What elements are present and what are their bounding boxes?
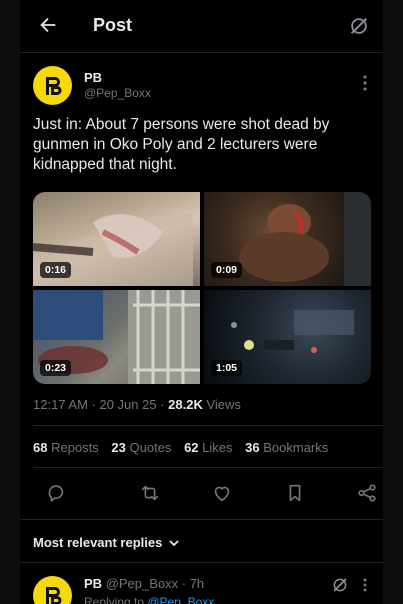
- top-bar: Post: [20, 0, 383, 53]
- page-title: Post: [93, 15, 133, 35]
- chevron-down-icon: [168, 537, 180, 549]
- back-arrow-icon[interactable]: [37, 14, 59, 36]
- video-thumbnail[interactable]: 0:16: [33, 192, 200, 286]
- replying-to-link[interactable]: @Pep_Boxx: [147, 595, 214, 604]
- video-thumbnail[interactable]: 0:23: [33, 290, 200, 384]
- author-name[interactable]: PB: [84, 70, 102, 85]
- reply-author[interactable]: PB @Pep_Boxx · 7h: [84, 576, 204, 591]
- grok-icon[interactable]: [348, 15, 370, 37]
- post-detail-screen: Post PB @Pep_Boxx Just in: About 7 perso…: [20, 0, 383, 604]
- divider: [33, 425, 383, 426]
- engagement-stats: 68 Reposts 23 Quotes 62 Likes 36 Bookmar…: [33, 440, 337, 455]
- grok-icon[interactable]: [331, 576, 349, 594]
- repost-icon[interactable]: [139, 482, 161, 504]
- video-duration: 1:05: [211, 360, 243, 376]
- bookmarks-stat[interactable]: 36 Bookmarks: [245, 440, 328, 455]
- like-icon[interactable]: [211, 482, 233, 504]
- more-options-icon[interactable]: [363, 578, 367, 592]
- post-timestamp: 12:17 AM · 20 Jun 25 · 28.2K Views: [33, 397, 241, 412]
- reply-avatar[interactable]: [33, 576, 72, 604]
- video-duration: 0:09: [211, 262, 243, 278]
- bookmark-icon[interactable]: [284, 482, 306, 504]
- media-grid: 0:16 0:09 0:23 1:05: [33, 192, 371, 384]
- reply-sort-label: Most relevant replies: [33, 535, 163, 550]
- right-gutter: [383, 0, 403, 604]
- author-handle[interactable]: @Pep_Boxx: [84, 86, 151, 100]
- replying-to: Replying to @Pep_Boxx: [84, 595, 214, 604]
- view-count: 28.2K: [168, 397, 203, 412]
- action-bar: [33, 482, 376, 506]
- post-text: Just in: About 7 persons were shot dead …: [33, 116, 330, 173]
- divider: [20, 562, 383, 563]
- share-icon[interactable]: [356, 482, 378, 504]
- reposts-stat[interactable]: 68 Reposts: [33, 440, 99, 455]
- divider: [20, 519, 383, 520]
- likes-stat[interactable]: 62 Likes: [184, 440, 232, 455]
- reply-sort-dropdown[interactable]: Most relevant replies: [33, 535, 180, 550]
- quotes-stat[interactable]: 23 Quotes: [111, 440, 171, 455]
- video-duration: 0:16: [40, 262, 72, 278]
- author-avatar[interactable]: [33, 66, 72, 105]
- divider: [33, 467, 383, 468]
- video-duration: 0:23: [40, 360, 72, 376]
- video-thumbnail[interactable]: 0:09: [204, 192, 371, 286]
- reply-icon[interactable]: [45, 482, 67, 504]
- video-thumbnail[interactable]: 1:05: [204, 290, 371, 384]
- left-gutter: [0, 0, 20, 604]
- more-options-icon[interactable]: [363, 75, 367, 91]
